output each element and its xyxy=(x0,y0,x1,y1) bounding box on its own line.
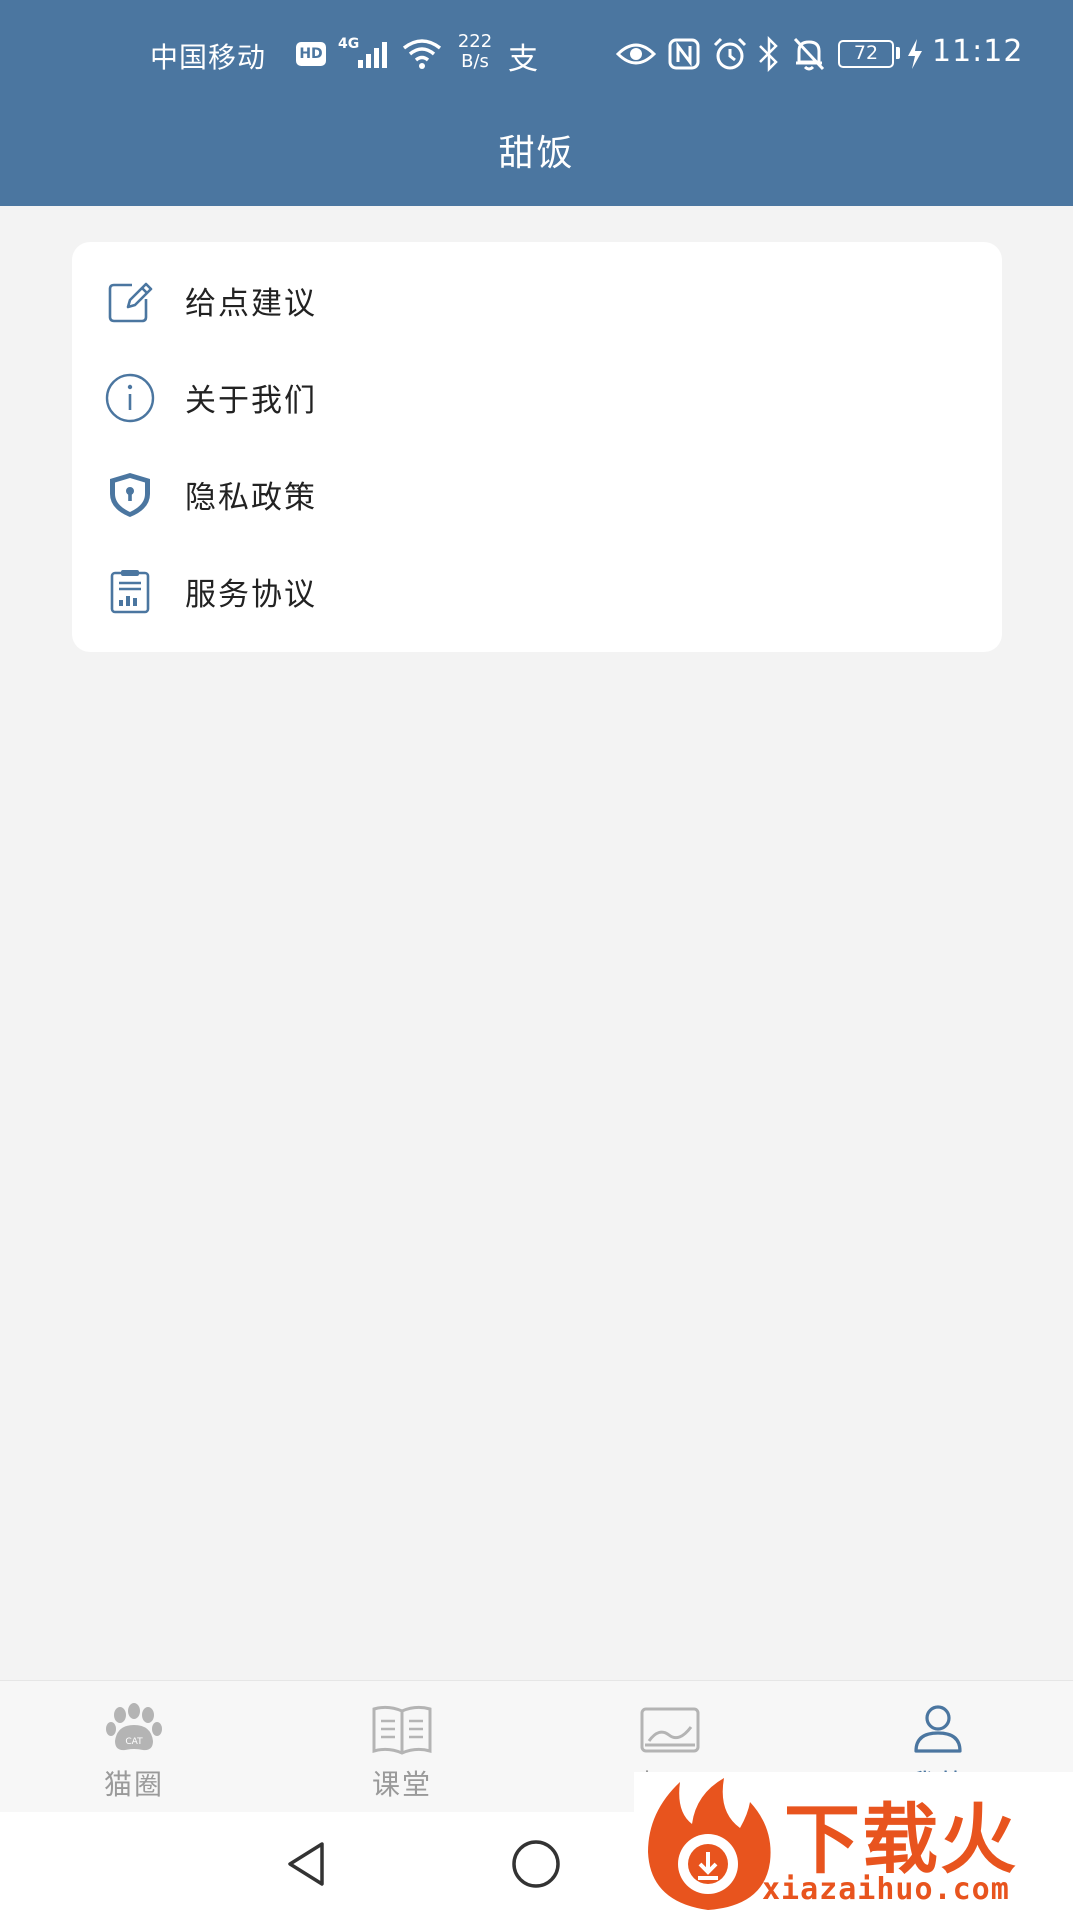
pay-icon: 支 xyxy=(508,42,538,77)
tab-classroom[interactable]: 课堂 xyxy=(268,1681,536,1813)
carrier-name: 中国移动 xyxy=(150,41,267,74)
battery-tip xyxy=(896,47,900,59)
photo-icon xyxy=(640,1707,700,1753)
page-title: 甜饭 xyxy=(498,133,575,174)
net-speed-value: 222 xyxy=(457,31,493,52)
menu-item-feedback[interactable]: 给点建议 xyxy=(72,252,1002,349)
tab-label: 猫圈 xyxy=(103,1768,164,1801)
info-icon xyxy=(104,372,156,424)
settings-menu-card: 给点建议 关于我们 隐私政策 服务协议 xyxy=(72,242,1002,652)
home-icon[interactable] xyxy=(506,1834,566,1894)
net-speed-unit: B/s xyxy=(461,51,489,72)
battery-level: 72 xyxy=(838,40,894,68)
back-icon[interactable] xyxy=(278,1834,338,1894)
nfc-icon xyxy=(668,38,700,70)
bluetooth-icon xyxy=(759,36,778,72)
signal-icon xyxy=(358,42,387,68)
shield-lock-icon xyxy=(104,469,156,521)
net-speed: 222 B/s xyxy=(452,32,498,72)
mute-bell-icon xyxy=(793,37,825,71)
tab-label: 课堂 xyxy=(371,1768,432,1801)
edit-icon xyxy=(104,275,156,327)
clock: 11:12 xyxy=(932,34,1024,69)
paw-icon-text: CAT xyxy=(125,1737,143,1747)
paw-icon: CAT xyxy=(106,1703,162,1751)
wifi-icon xyxy=(402,39,442,69)
flame-logo-icon xyxy=(648,1778,771,1910)
menu-item-label: 服务协议 xyxy=(185,577,317,613)
menu-item-about-us[interactable]: 关于我们 xyxy=(72,349,1002,446)
menu-item-privacy-policy[interactable]: 隐私政策 xyxy=(72,446,1002,543)
watermark-domain: xiazaihuo.com xyxy=(762,1872,1010,1907)
menu-item-label: 关于我们 xyxy=(185,383,317,419)
menu-item-label: 隐私政策 xyxy=(185,480,317,516)
menu-item-label: 给点建议 xyxy=(185,286,317,322)
eye-icon xyxy=(616,43,656,65)
watermark: 下载火 xiazaihuo.com xyxy=(634,1772,1073,1913)
hd-badge: HD xyxy=(296,42,326,66)
alarm-icon xyxy=(713,37,747,70)
document-chart-icon xyxy=(104,566,156,618)
header-bar: 中国移动 HD 4G 222 B/s 支 72 11:12 甜饭 xyxy=(0,0,1073,206)
menu-item-service-agreement[interactable]: 服务协议 xyxy=(72,543,1002,640)
charging-icon xyxy=(908,39,922,69)
book-icon xyxy=(372,1705,432,1755)
status-bar: 中国移动 HD 4G 222 B/s 支 72 11:12 xyxy=(0,28,1073,82)
tab-cat-circle[interactable]: CAT 猫圈 xyxy=(0,1681,268,1813)
user-icon xyxy=(914,1705,962,1753)
